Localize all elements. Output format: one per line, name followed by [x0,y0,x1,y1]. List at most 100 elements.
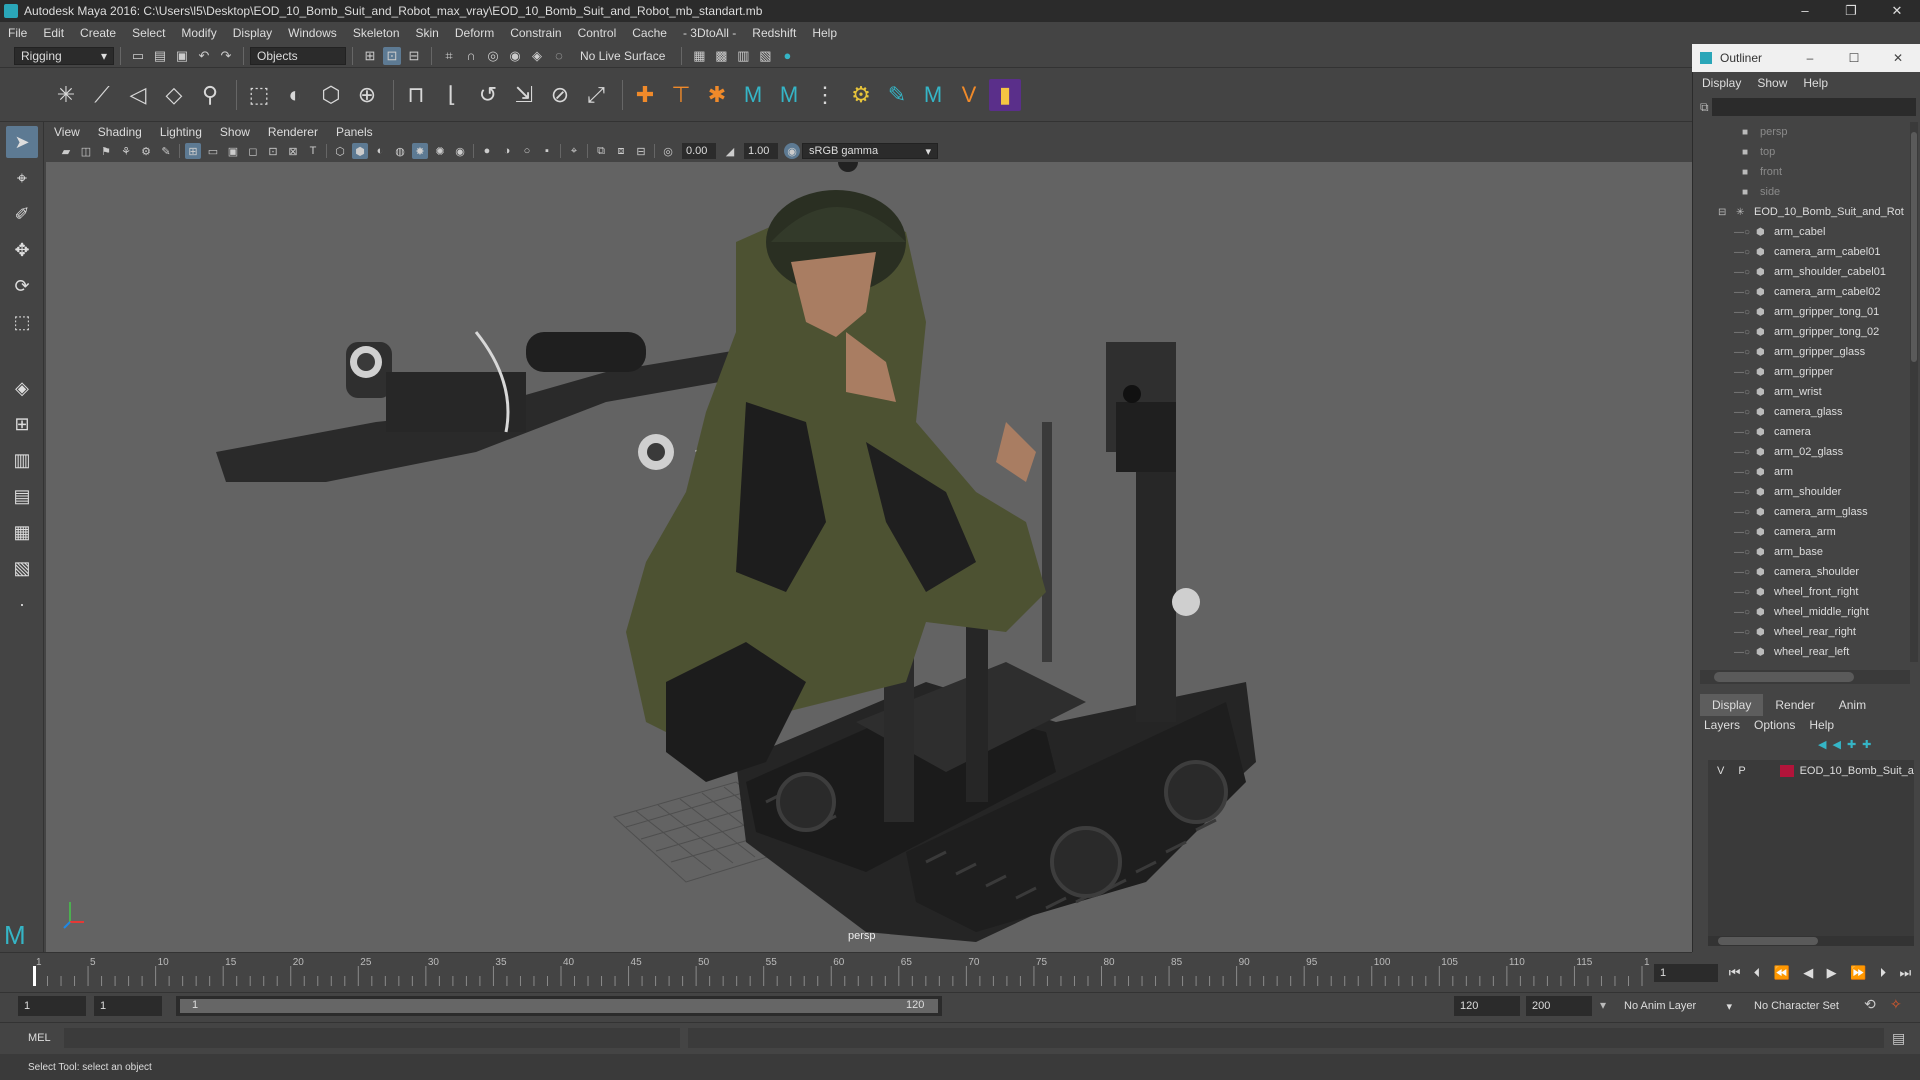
step-forward-key-icon[interactable]: ⏩ [1850,965,1866,981]
render-frame-icon[interactable]: ▩ [712,47,730,65]
select-tool-icon[interactable]: ➤ [6,126,38,158]
skin-tool-icon[interactable]: ✎ [881,79,913,111]
outliner-child-row[interactable]: —○ ⬢ camera_glass [1700,402,1910,422]
outliner-child-row[interactable]: —○ ⬢ camera_arm_cabel02 [1700,282,1910,302]
viewport-menu-renderer[interactable]: Renderer [268,125,318,139]
go-to-end-icon[interactable]: ⏭ [1900,965,1912,981]
outliner-camera-row[interactable]: ■ side [1700,182,1910,202]
joint-tool-icon[interactable]: ✳ [50,79,82,111]
outliner-minimize-button[interactable]: – [1788,51,1832,65]
viewport-menu-panels[interactable]: Panels [336,125,373,139]
outliner-child-row[interactable]: —○ ⬢ wheel_rear_left [1700,642,1910,662]
set-driven-key-icon[interactable]: ✱ [701,79,733,111]
scrollbar-thumb[interactable] [1911,132,1917,362]
lasso-tool-icon[interactable]: ⌖ [6,162,38,194]
time-ruler[interactable]: 1 5 10 15 20 25 30 35 40 45 50 55 60 65 70 75 80 85 90 95 10… [30,956,1650,986]
exposure-field[interactable]: 0.00 [682,143,716,159]
outliner-child-row[interactable]: —○ ⬢ wheel_front_right [1700,582,1910,602]
paint-weights-icon[interactable]: ⋮ [809,79,841,111]
scrollbar-thumb[interactable] [1714,672,1854,682]
chevron-down-icon[interactable]: ▾ [1600,998,1606,1012]
collapse-icon[interactable]: ⊟ [1718,207,1732,218]
snap-surface-icon[interactable]: ◈ [528,47,546,65]
motion-blur-icon[interactable]: ◑ [499,143,515,159]
current-frame-field[interactable]: 1 [1654,964,1718,982]
minimize-button[interactable]: – [1782,3,1828,19]
redo-icon[interactable]: ↷ [217,47,235,65]
outliner-child-row[interactable]: —○ ⬢ arm [1700,462,1910,482]
gamma-icon[interactable]: ◢ [722,143,738,159]
snap-view-icon[interactable]: ◉ [506,47,524,65]
outliner-child-row[interactable]: —○ ⬢ camera_arm_glass [1700,502,1910,522]
snap-live-icon[interactable]: ◌ [550,47,568,65]
menu-display[interactable]: Display [233,26,272,40]
wrap-deformer-icon[interactable]: ⊕ [351,79,383,111]
paint-select-icon[interactable]: ✐ [6,198,38,230]
menu-cache[interactable]: Cache [632,26,667,40]
outliner-maximize-button[interactable]: ☐ [1832,51,1876,65]
ik-handle-icon[interactable]: ⟋ [86,79,118,111]
color-management-icon[interactable]: ◉ [784,143,800,159]
menu-3dtoall[interactable]: - 3DtoAll - [683,26,736,40]
menu-select[interactable]: Select [132,26,165,40]
menu-create[interactable]: Create [80,26,116,40]
script-editor-icon[interactable]: ▤ [1892,1030,1905,1047]
layer-playback-toggle[interactable]: P [1731,765,1752,777]
layer-menu-help[interactable]: Help [1809,718,1834,732]
outliner-child-row[interactable]: —○ ⬢ arm_wrist [1700,382,1910,402]
menu-skin[interactable]: Skin [416,26,439,40]
xray-joints-icon[interactable]: ⧉ [593,143,609,159]
playback-end-field[interactable]: 120 [1454,996,1520,1016]
snap-grid-icon[interactable]: ⌗ [440,47,458,65]
select-component-icon[interactable]: ⊟ [405,47,423,65]
open-scene-icon[interactable]: ▤ [151,47,169,65]
menu-redshift[interactable]: Redshift [752,26,796,40]
outliner-child-row[interactable]: —○ ⬢ arm_02_glass [1700,442,1910,462]
field-chart-icon[interactable]: ⊡ [265,143,281,159]
outliner-child-row[interactable]: —○ ⬢ arm_gripper_tong_01 [1700,302,1910,322]
persp-outliner-layout-icon[interactable]: ▤ [6,480,38,512]
maximize-button[interactable]: ❐ [1828,3,1874,19]
use-all-lights-icon[interactable]: ✸ [412,143,428,159]
command-language-toggle[interactable]: MEL [28,1032,51,1044]
step-forward-icon[interactable]: ⏵ [1880,965,1887,981]
backface-icon[interactable]: ⊟ [633,143,649,159]
menu-deform[interactable]: Deform [455,26,494,40]
vertex-tool-icon[interactable]: V [953,79,985,111]
outliner-menu-display[interactable]: Display [1702,76,1741,90]
colorspace-dropdown[interactable]: sRGB gamma ▾ [802,143,938,159]
textured-icon[interactable]: ◍ [392,143,408,159]
layout-toggle-icon[interactable]: · [6,588,38,620]
new-scene-icon[interactable]: ▭ [129,47,147,65]
menu-skeleton[interactable]: Skeleton [353,26,400,40]
outliner-camera-row[interactable]: ■ front [1700,162,1910,182]
move-tool-icon[interactable]: ✥ [6,234,38,266]
outliner-child-row[interactable]: —○ ⬢ camera_arm [1700,522,1910,542]
film-gate-icon[interactable]: ▭ [205,143,221,159]
bookmark-icon[interactable]: ⚑ [98,143,114,159]
joint-orient-icon[interactable]: ⊤ [665,79,697,111]
snap-point-icon[interactable]: ◎ [484,47,502,65]
last-tool-icon[interactable]: ◈ [6,372,38,404]
layer-name[interactable]: EOD_10_Bomb_Suit_ar [1800,765,1914,777]
resolution-gate-icon[interactable]: ▣ [225,143,241,159]
camera-attributes-icon[interactable]: ◫ [78,143,94,159]
play-backward-icon[interactable]: ◀ [1803,965,1813,981]
orient-constraint-icon[interactable]: ↺ [472,79,504,111]
render-view-icon[interactable]: ▧ [756,47,774,65]
layer-horizontal-scrollbar[interactable] [1708,936,1914,946]
locator-icon[interactable]: ✚ [629,79,661,111]
depth-of-field-icon[interactable]: ▪ [539,143,555,159]
gate-mask-icon[interactable]: ◻ [245,143,261,159]
menuset-dropdown[interactable]: Rigging ▾ [14,46,114,65]
selection-mode-dropdown[interactable]: Objects [250,46,346,65]
outliner-child-row[interactable]: —○ ⬢ arm_shoulder_cabel01 [1700,262,1910,282]
shadows-icon[interactable]: ✺ [432,143,448,159]
cluster-icon[interactable]: ◐ [279,79,311,111]
ambient-occlusion-icon[interactable]: ● [479,143,495,159]
step-back-icon[interactable]: ⏴ [1754,965,1761,981]
safe-action-icon[interactable]: ⊠ [285,143,301,159]
outliner-child-row[interactable]: —○ ⬢ arm_gripper_tong_02 [1700,322,1910,342]
play-forward-icon[interactable]: ▶ [1827,965,1837,981]
outliner-menu-help[interactable]: Help [1803,76,1828,90]
